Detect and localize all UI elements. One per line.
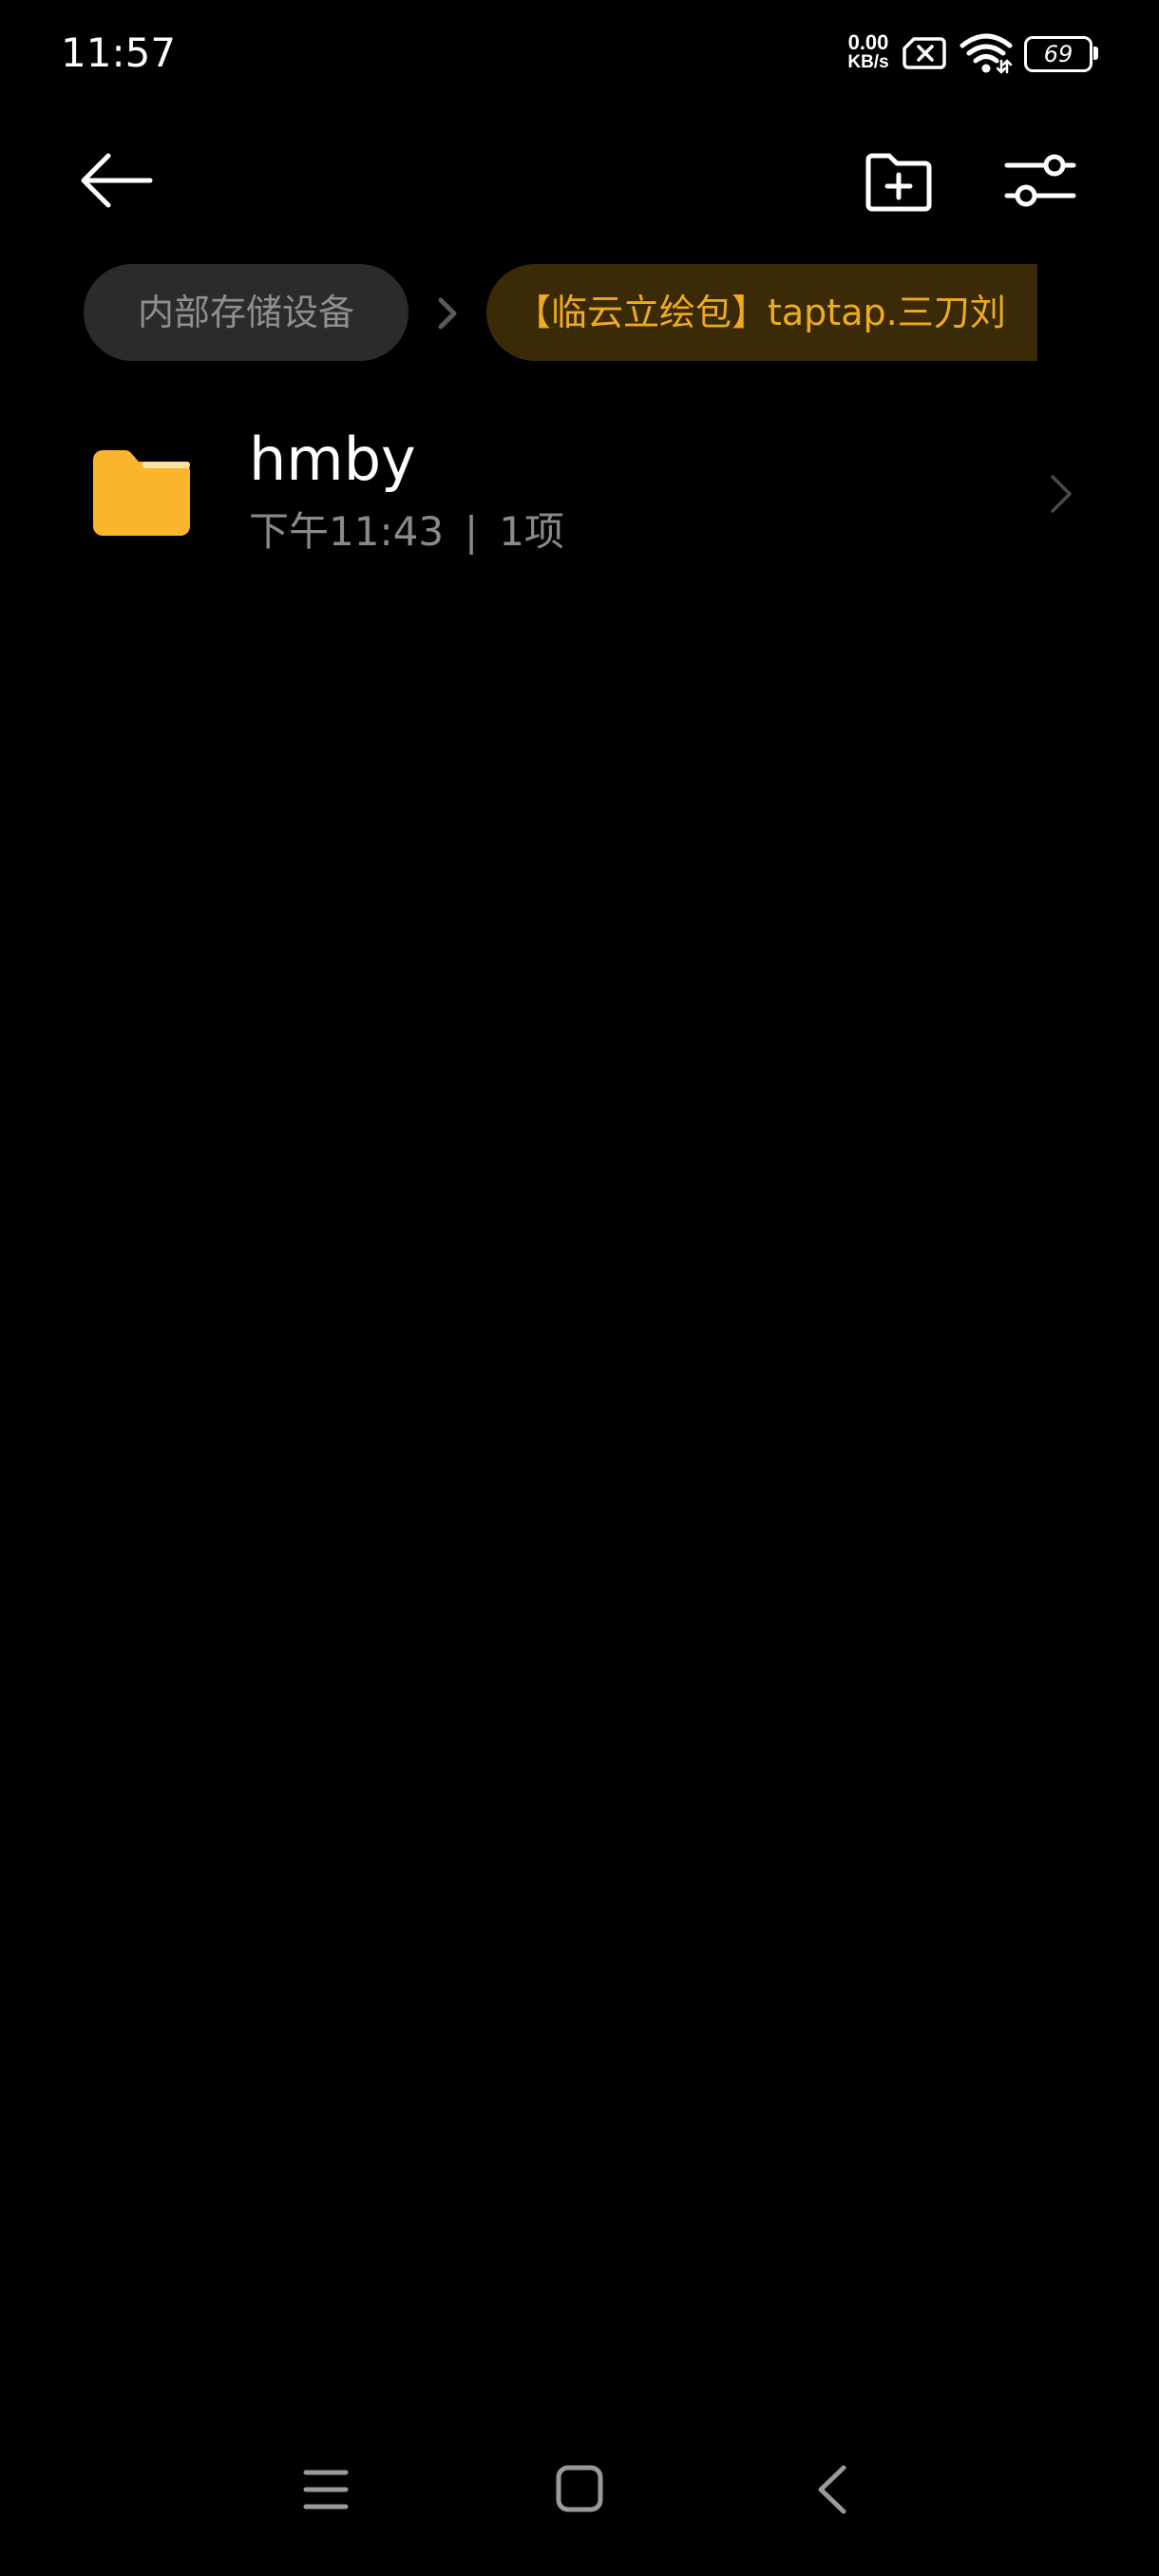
chevron-right-icon <box>1045 471 1077 517</box>
new-folder-button[interactable] <box>861 142 937 218</box>
filter-button[interactable] <box>999 142 1081 218</box>
network-speed-unit: KB/s <box>847 52 889 72</box>
wifi-icon <box>960 32 1013 74</box>
chevron-right-icon <box>433 294 460 332</box>
sim-no-signal-icon <box>902 36 946 70</box>
nav-back-button[interactable] <box>813 2464 851 2515</box>
filter-sliders-icon <box>1004 154 1076 207</box>
home-icon <box>556 2465 603 2512</box>
status-bar: 11:57 0.00 KB/s 69 <box>0 0 1159 104</box>
network-speed-indicator: 0.00 KB/s <box>840 32 897 72</box>
list-item[interactable]: hmby 下午11:43 | 1项 <box>0 399 1159 589</box>
file-name: hmby <box>249 425 416 494</box>
status-time: 11:57 <box>61 29 177 76</box>
file-meta: 下午11:43 | 1项 <box>249 505 564 559</box>
file-item-count: 1项 <box>499 508 564 555</box>
breadcrumb-root[interactable]: 内部存储设备 <box>84 264 408 361</box>
battery-icon: 69 <box>1024 36 1098 72</box>
back-button[interactable] <box>74 142 160 218</box>
meta-separator: | <box>465 508 479 555</box>
menu-icon <box>303 2470 349 2510</box>
nav-menu-button[interactable] <box>302 2468 350 2511</box>
breadcrumb: 内部存储设备 【临云立绘包】taptap.三刀刘 <box>0 262 1159 363</box>
battery-level: 69 <box>1043 41 1074 67</box>
nav-home-button[interactable] <box>555 2464 604 2513</box>
new-folder-icon <box>865 153 932 212</box>
battery-tip <box>1093 47 1098 60</box>
navigation-bar <box>0 2432 1159 2546</box>
network-speed-value: 0.00 <box>847 30 889 54</box>
back-icon <box>818 2465 846 2514</box>
breadcrumb-current[interactable]: 【临云立绘包】taptap.三刀刘 <box>486 264 1037 361</box>
folder-icon <box>89 448 194 538</box>
file-modified-time: 下午11:43 <box>249 508 445 555</box>
back-arrow-icon <box>81 153 153 208</box>
